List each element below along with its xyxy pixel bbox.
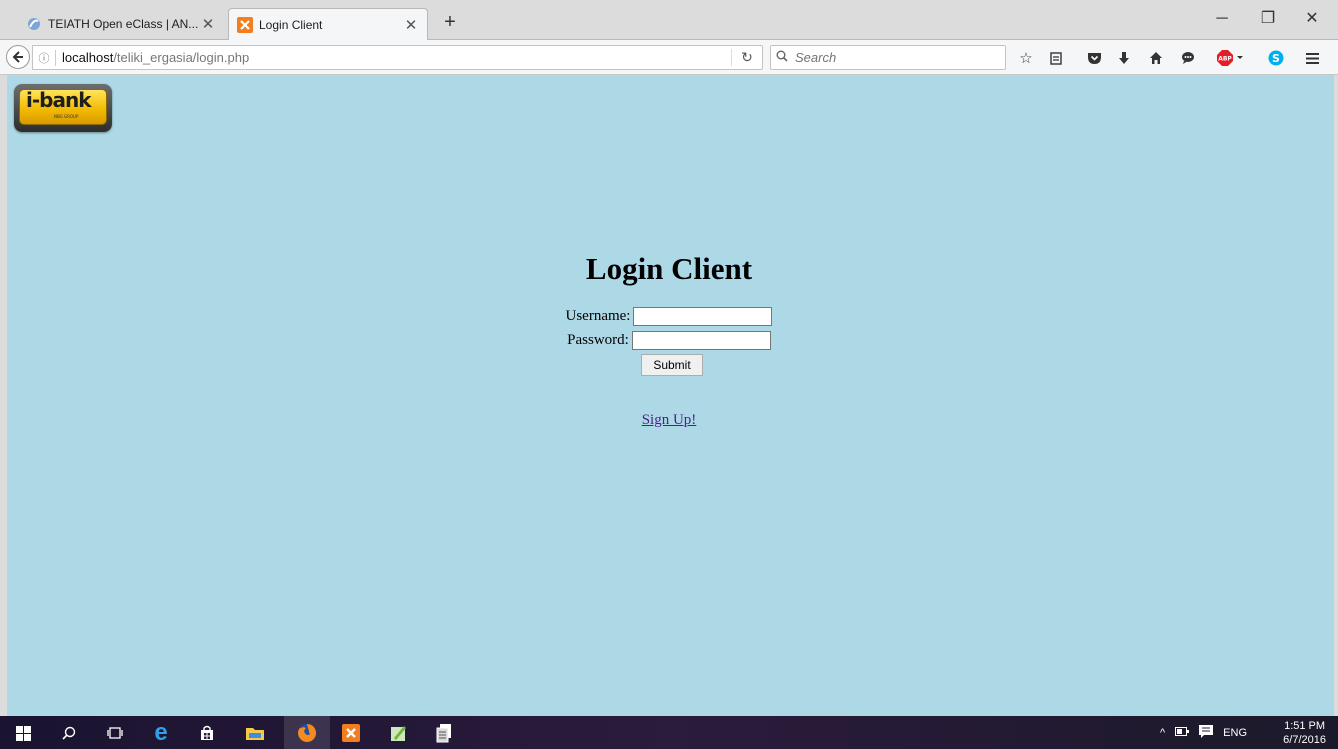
adblock-icon[interactable]: ABP bbox=[1216, 48, 1246, 68]
window-right-border bbox=[1334, 75, 1338, 716]
windows-start-icon[interactable] bbox=[12, 722, 34, 744]
minimize-button[interactable]: ─ bbox=[1202, 6, 1242, 32]
search-input[interactable] bbox=[793, 49, 997, 66]
password-input[interactable] bbox=[631, 331, 771, 350]
info-icon[interactable]: ⓘ bbox=[33, 50, 55, 66]
clock-date: 6/7/2016 bbox=[1283, 734, 1326, 746]
home-icon[interactable] bbox=[1146, 48, 1166, 68]
battery-icon[interactable] bbox=[1175, 726, 1190, 739]
edge-icon[interactable]: e bbox=[150, 719, 172, 746]
reload-icon[interactable]: ↻ bbox=[731, 49, 762, 66]
download-icon[interactable] bbox=[1114, 48, 1134, 68]
search-icon bbox=[771, 50, 793, 65]
search-bar[interactable] bbox=[770, 45, 1006, 70]
xampp-icon bbox=[237, 17, 253, 33]
tab-title: TEIATH Open eClass | AN... bbox=[48, 17, 199, 31]
close-tab-icon[interactable]: ✕ bbox=[200, 15, 216, 33]
system-tray: ^ ENG bbox=[1160, 716, 1247, 749]
browser-window: TEIATH Open eClass | AN... ✕ Login Clien… bbox=[0, 0, 1338, 749]
url-separator bbox=[55, 49, 56, 66]
logo-text: i-bank bbox=[26, 88, 92, 112]
eclass-icon bbox=[26, 16, 42, 32]
url-host: localhost bbox=[62, 50, 114, 65]
firefox-icon[interactable] bbox=[296, 722, 318, 744]
chevron-up-icon[interactable]: ^ bbox=[1160, 727, 1165, 739]
back-button[interactable] bbox=[6, 45, 30, 69]
new-tab-button[interactable]: + bbox=[438, 10, 462, 34]
page-content: i-bank NBG GROUP Login Client Username: … bbox=[0, 75, 1338, 716]
documents-icon[interactable] bbox=[434, 722, 456, 744]
tab-login-client[interactable]: Login Client ✕ bbox=[228, 8, 428, 41]
chat-icon[interactable] bbox=[1178, 48, 1198, 68]
skype-icon[interactable]: S bbox=[1266, 48, 1286, 68]
svg-text:S: S bbox=[1272, 52, 1280, 65]
bookmark-star-icon[interactable]: ☆ bbox=[1016, 48, 1036, 68]
logo-subtext: NBG GROUP bbox=[54, 114, 79, 119]
menu-icon[interactable] bbox=[1302, 48, 1322, 68]
signup-row: Sign Up! bbox=[0, 412, 1338, 429]
url-bar[interactable]: ⓘ localhost /teliki_ergasia/login.php ↻ bbox=[32, 45, 763, 70]
close-tab-icon[interactable]: ✕ bbox=[403, 16, 419, 34]
page-title: Login Client bbox=[585, 251, 753, 286]
tab-strip: TEIATH Open eClass | AN... ✕ Login Clien… bbox=[0, 0, 1338, 41]
back-arrow-icon bbox=[12, 51, 23, 63]
search-icon[interactable] bbox=[58, 722, 80, 744]
taskbar: e ^ ENG 1:51 PM 6/7/2016 bbox=[0, 716, 1338, 749]
username-row: Username: bbox=[0, 307, 1338, 326]
window-left-border bbox=[0, 75, 7, 716]
notification-icon[interactable] bbox=[1199, 724, 1214, 741]
restore-button[interactable]: ❐ bbox=[1248, 6, 1288, 32]
submit-button[interactable]: Submit bbox=[641, 354, 703, 376]
task-view-icon[interactable] bbox=[104, 722, 126, 744]
url-path: /teliki_ergasia/login.php bbox=[113, 50, 250, 65]
file-explorer-icon[interactable] bbox=[244, 722, 266, 744]
password-label: Password: bbox=[567, 331, 629, 348]
tab-eclass[interactable]: TEIATH Open eClass | AN... ✕ bbox=[18, 8, 224, 40]
ibank-logo: i-bank NBG GROUP bbox=[14, 84, 112, 132]
navigation-bar: ⓘ localhost /teliki_ergasia/login.php ↻ … bbox=[0, 40, 1338, 75]
reading-list-icon[interactable] bbox=[1046, 48, 1066, 68]
clock-time: 1:51 PM bbox=[1284, 720, 1326, 732]
signup-link[interactable]: Sign Up! bbox=[642, 412, 697, 428]
username-label: Username: bbox=[565, 307, 631, 324]
close-window-button[interactable]: ✕ bbox=[1292, 6, 1332, 32]
language-indicator[interactable]: ENG bbox=[1223, 727, 1247, 739]
password-row: Password: bbox=[0, 331, 1338, 350]
logo-badge: i-bank NBG GROUP bbox=[19, 88, 107, 125]
clock[interactable]: 1:51 PM 6/7/2016 bbox=[1283, 719, 1326, 747]
svg-text:ABP: ABP bbox=[1218, 56, 1232, 63]
xampp-icon[interactable] bbox=[340, 722, 362, 744]
username-input[interactable] bbox=[633, 307, 773, 326]
store-icon[interactable] bbox=[196, 722, 218, 744]
pocket-icon[interactable] bbox=[1084, 48, 1104, 68]
tab-title: Login Client bbox=[259, 18, 323, 32]
notepad-icon[interactable] bbox=[388, 722, 410, 744]
